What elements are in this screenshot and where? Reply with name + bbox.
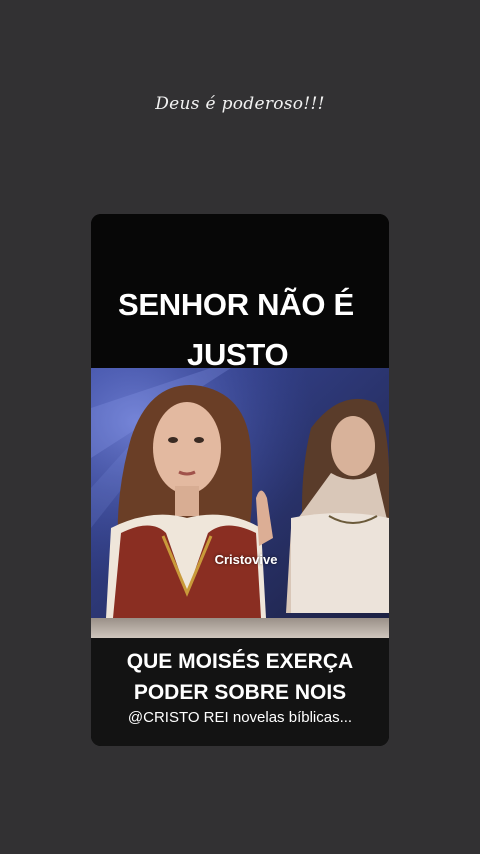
- bottom-line-1: QUE MOISÉS EXERÇA: [126, 650, 354, 673]
- watermark-text: Cristovive: [214, 552, 278, 567]
- headline-text: SENHOR NÃO É JUSTO: [91, 280, 389, 380]
- attribution-link[interactable]: @CRISTO REI novelas bíblicas...: [91, 709, 389, 726]
- video-frame-image: [91, 368, 389, 638]
- story-caption: Deus é poderoso!!!: [155, 94, 325, 114]
- headline-line-1: SENHOR NÃO É: [118, 287, 354, 322]
- reel-card[interactable]: SENHOR NÃO É JUSTO Cristovive QUE MOISÉS…: [91, 214, 389, 746]
- bottom-line-2: PODER SOBRE NOIS: [133, 681, 347, 704]
- bottom-caption-text: QUE MOISÉS EXERÇA PODER SOBRE NOIS: [91, 646, 389, 708]
- story-screen: Deus é poderoso!!! SENHOR NÃO É JUSTO Cr…: [0, 0, 480, 854]
